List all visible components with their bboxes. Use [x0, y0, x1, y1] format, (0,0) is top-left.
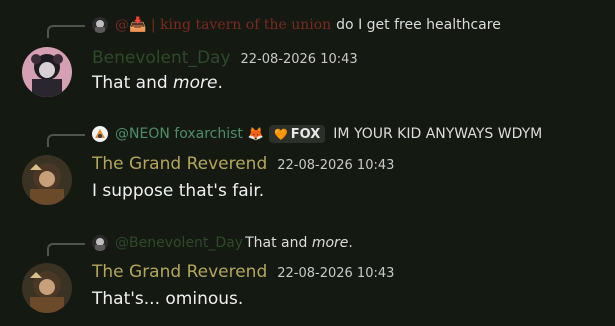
- timestamp: 22-08-2026 10:43: [240, 52, 358, 67]
- avatar[interactable]: [22, 263, 72, 313]
- message-header: The Grand Reverend 22-08-2026 10:43: [92, 154, 394, 174]
- message-header: Benevolent_Day 22-08-2026 10:43: [92, 48, 358, 68]
- reply-author[interactable]: @📥 | king tavern of the union: [115, 17, 331, 33]
- heart-icon: 🧡: [274, 127, 288, 141]
- reply-preview[interactable]: @NEON foxarchist 🦊 🧡 FOX IM YOUR KID ANY…: [92, 124, 542, 144]
- reply-connector: [47, 134, 85, 147]
- reply-avatar[interactable]: [92, 17, 108, 33]
- role-tag-label: FOX: [290, 126, 321, 142]
- timestamp: 22-08-2026 10:43: [277, 158, 395, 173]
- chat-log: @📥 | king tavern of the union do I get f…: [0, 0, 615, 326]
- role-tag: 🧡 FOX: [269, 125, 326, 143]
- message-1[interactable]: @📥 | king tavern of the union do I get f…: [0, 0, 615, 110]
- message-header: The Grand Reverend 22-08-2026 10:43: [92, 262, 394, 282]
- avatar[interactable]: [22, 47, 72, 97]
- message-2[interactable]: @NEON foxarchist 🦊 🧡 FOX IM YOUR KID ANY…: [0, 110, 615, 220]
- author-name[interactable]: Benevolent_Day: [92, 48, 231, 68]
- reply-connector: [47, 25, 85, 38]
- reply-text: IM YOUR KID ANYWAYS WDYM: [333, 126, 543, 142]
- author-name[interactable]: The Grand Reverend: [92, 154, 267, 174]
- reply-avatar[interactable]: [92, 235, 108, 251]
- message-text: That and more.: [92, 73, 223, 93]
- author-name[interactable]: The Grand Reverend: [92, 262, 267, 282]
- message-3[interactable]: @Benevolent_Day That and more. The Grand…: [0, 220, 615, 326]
- reply-connector: [47, 243, 85, 256]
- avatar[interactable]: [22, 155, 72, 205]
- reply-text: do I get free healthcare: [336, 17, 501, 33]
- reply-avatar[interactable]: [92, 126, 108, 142]
- reply-preview[interactable]: @📥 | king tavern of the union do I get f…: [92, 15, 501, 35]
- timestamp: 22-08-2026 10:43: [277, 266, 395, 281]
- fox-emoji: 🦊: [247, 126, 265, 142]
- reply-preview[interactable]: @Benevolent_Day That and more.: [92, 233, 353, 253]
- reply-text: That and more.: [245, 235, 353, 251]
- message-text: I suppose that's fair.: [92, 181, 265, 201]
- message-text: That's... ominous.: [92, 289, 244, 309]
- reply-author[interactable]: @NEON foxarchist: [115, 126, 243, 142]
- reply-author[interactable]: @Benevolent_Day: [115, 235, 243, 251]
